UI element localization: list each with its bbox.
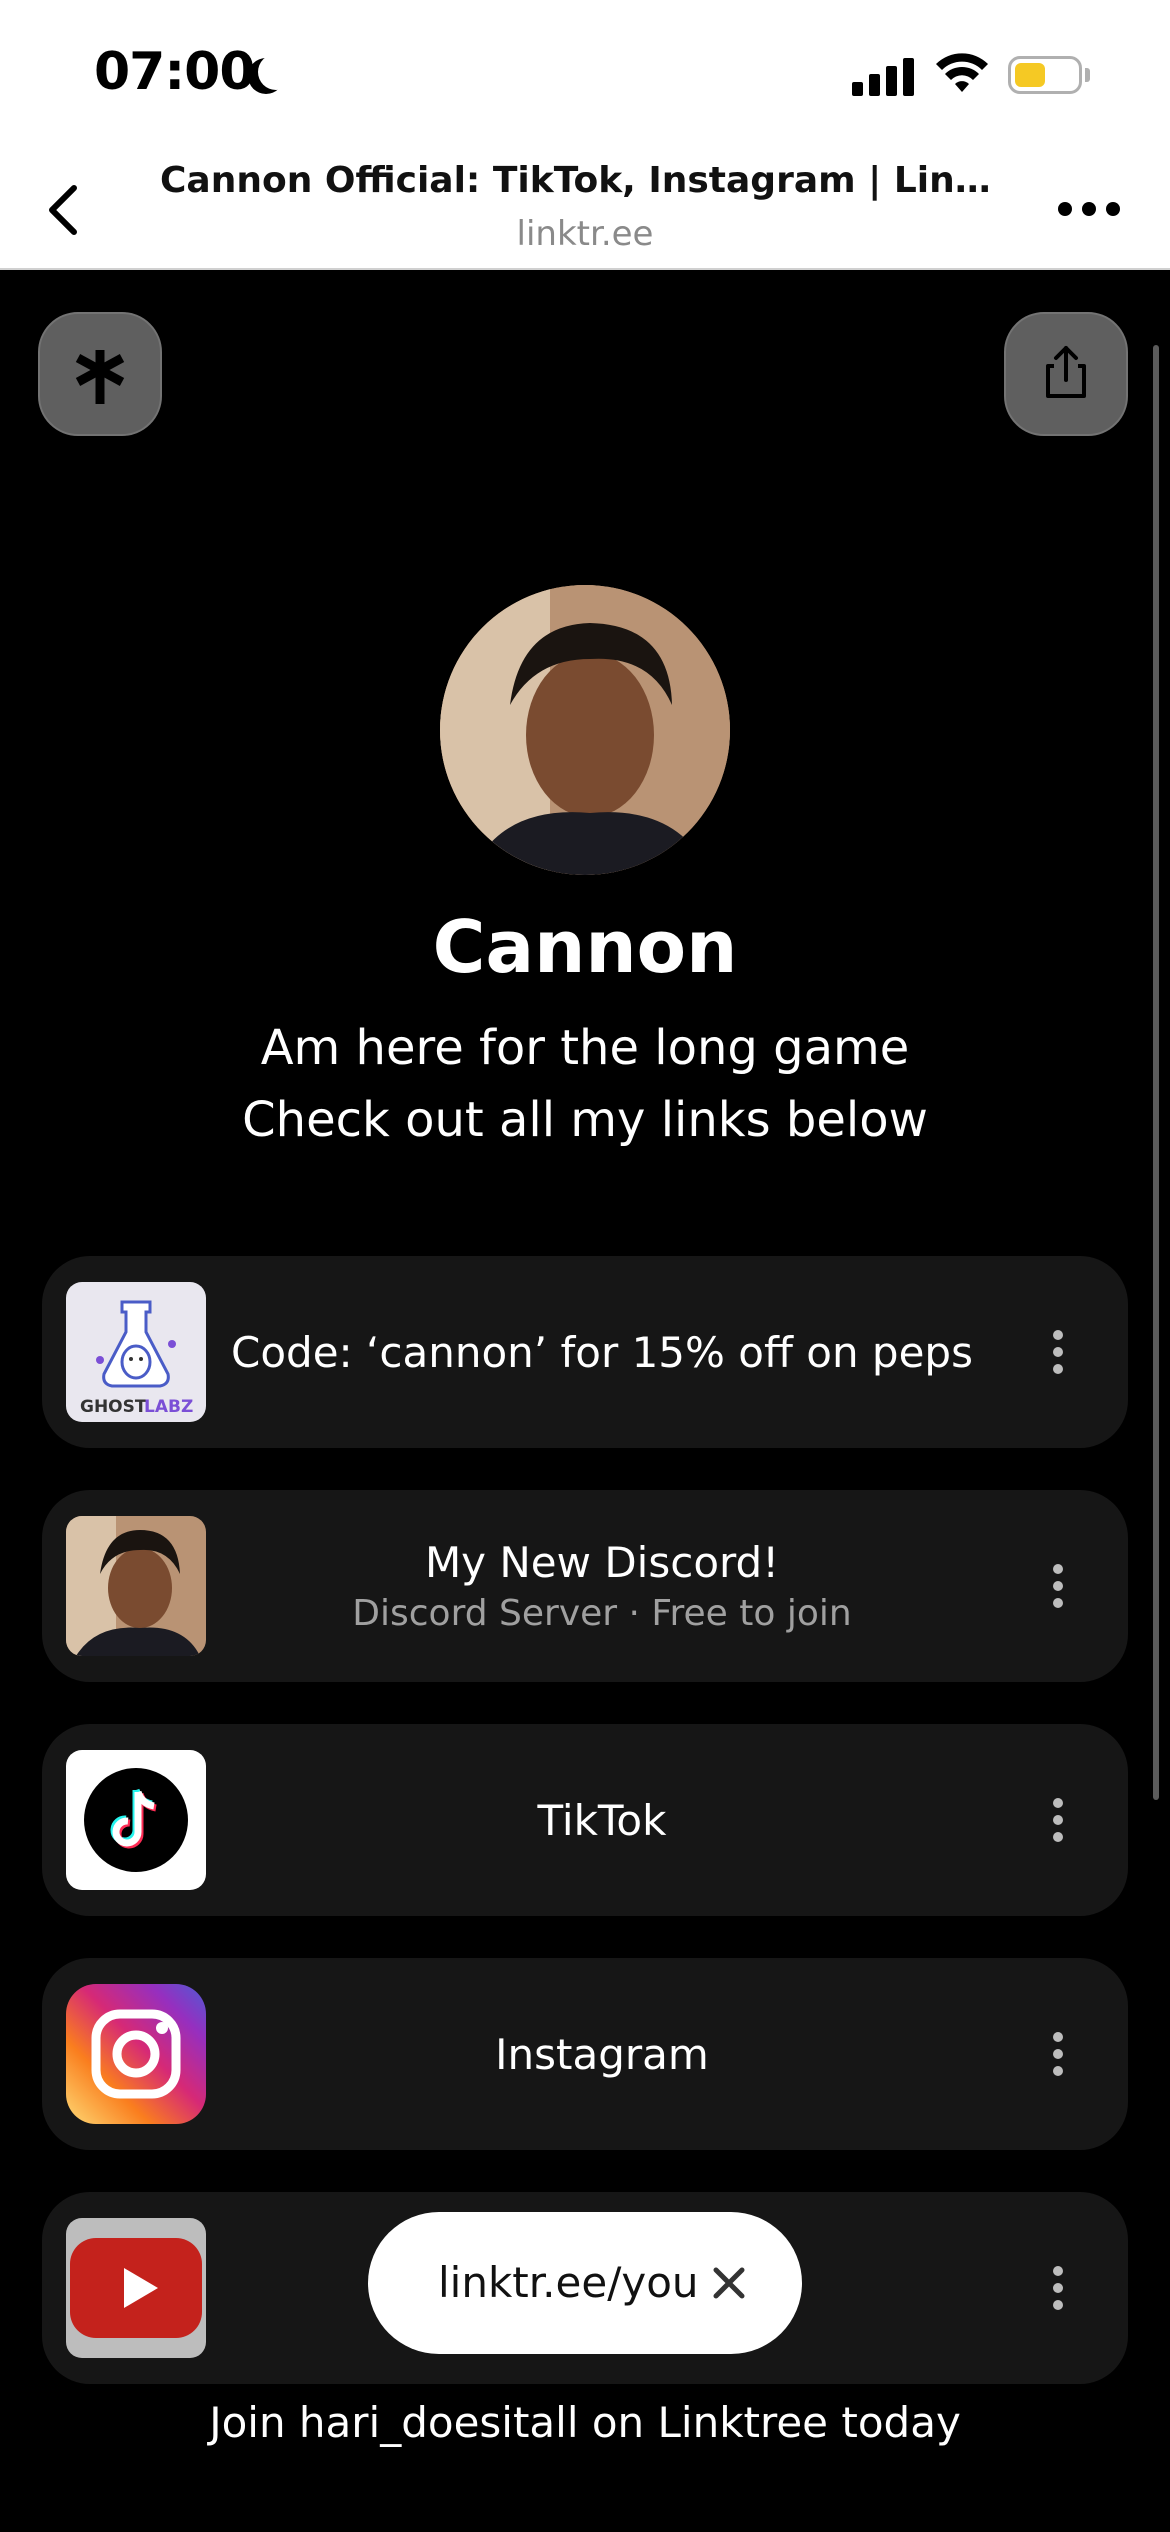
status-time: 07:00 — [94, 42, 256, 102]
status-bar: 07:00 — [0, 0, 1170, 150]
link-title: My New Discord! — [424, 1538, 780, 1587]
link-label: Code: ‘cannon’ for 15% off on peps — [222, 1256, 982, 1448]
linktree-logo-button[interactable] — [38, 312, 162, 436]
link-title: TikTok — [537, 1795, 667, 1845]
avatar — [440, 585, 730, 875]
link-title: Instagram — [495, 2029, 709, 2079]
profile-name: Cannon — [432, 905, 738, 989]
share-button[interactable] — [1004, 312, 1128, 436]
profile-bio: Am here for the long game Check out all … — [0, 1012, 1170, 1156]
link-card-instagram[interactable]: Instagram — [42, 1958, 1128, 2150]
profile-photo-image — [440, 585, 730, 875]
instagram-logo-icon — [66, 1984, 206, 2124]
link-options-icon[interactable] — [1048, 2032, 1068, 2076]
link-options-icon[interactable] — [1048, 2266, 1068, 2310]
close-icon[interactable] — [706, 2260, 752, 2306]
link-options-icon[interactable] — [1048, 1330, 1068, 1374]
link-title: Code: ‘cannon’ for 15% off on peps — [231, 1327, 973, 1377]
link-label: TikTok — [222, 1724, 982, 1916]
claim-link-text: linktr.ee/you — [438, 2258, 699, 2307]
link-card-discord[interactable]: My New Discord! Discord Server · Free to… — [42, 1490, 1128, 1682]
tiktok-logo-icon — [66, 1750, 206, 1890]
battery-icon — [1008, 56, 1082, 94]
linktree-asterisk-icon — [75, 350, 125, 404]
wifi-icon — [936, 53, 988, 92]
bio-line-1: Am here for the long game — [260, 1020, 910, 1076]
browser-nav-bar: Cannon Official: TikTok, Instagram | Lin… — [0, 150, 1170, 270]
link-options-icon[interactable] — [1048, 1798, 1068, 1842]
back-chevron-icon[interactable] — [36, 180, 96, 240]
link-label: My New Discord! Discord Server · Free to… — [222, 1490, 982, 1682]
share-icon — [1046, 346, 1086, 398]
youtube-logo-icon — [66, 2218, 206, 2358]
link-label: Instagram — [222, 1958, 982, 2150]
link-card-ghostlabz[interactable]: GHOST LABZ Code: ‘cannon’ for 15% off on… — [42, 1256, 1128, 1448]
join-linktree-footer[interactable]: Join hari_doesitall on Linktree today — [0, 2398, 1170, 2447]
link-subtitle: Discord Server · Free to join — [352, 1593, 852, 1634]
ghostlabz-logo-icon: GHOST LABZ — [66, 1282, 206, 1422]
link-card-tiktok[interactable]: TikTok — [42, 1724, 1128, 1916]
link-options-icon[interactable] — [1048, 1564, 1068, 1608]
claim-link-pill[interactable]: linktr.ee/you — [368, 2212, 802, 2354]
page-url: linktr.ee — [516, 214, 654, 254]
bio-line-2: Check out all my links below — [242, 1092, 928, 1148]
moon-icon — [258, 54, 294, 90]
svg-text:GHOST: GHOST — [80, 1397, 147, 1417]
profile-photo-thumbnail — [66, 1516, 206, 1656]
more-options-icon[interactable] — [1058, 202, 1122, 222]
page-title: Cannon Official: TikTok, Instagram | Lin… — [160, 160, 1010, 201]
svg-text:LABZ: LABZ — [144, 1397, 193, 1417]
cellular-signal-icon — [852, 56, 916, 96]
